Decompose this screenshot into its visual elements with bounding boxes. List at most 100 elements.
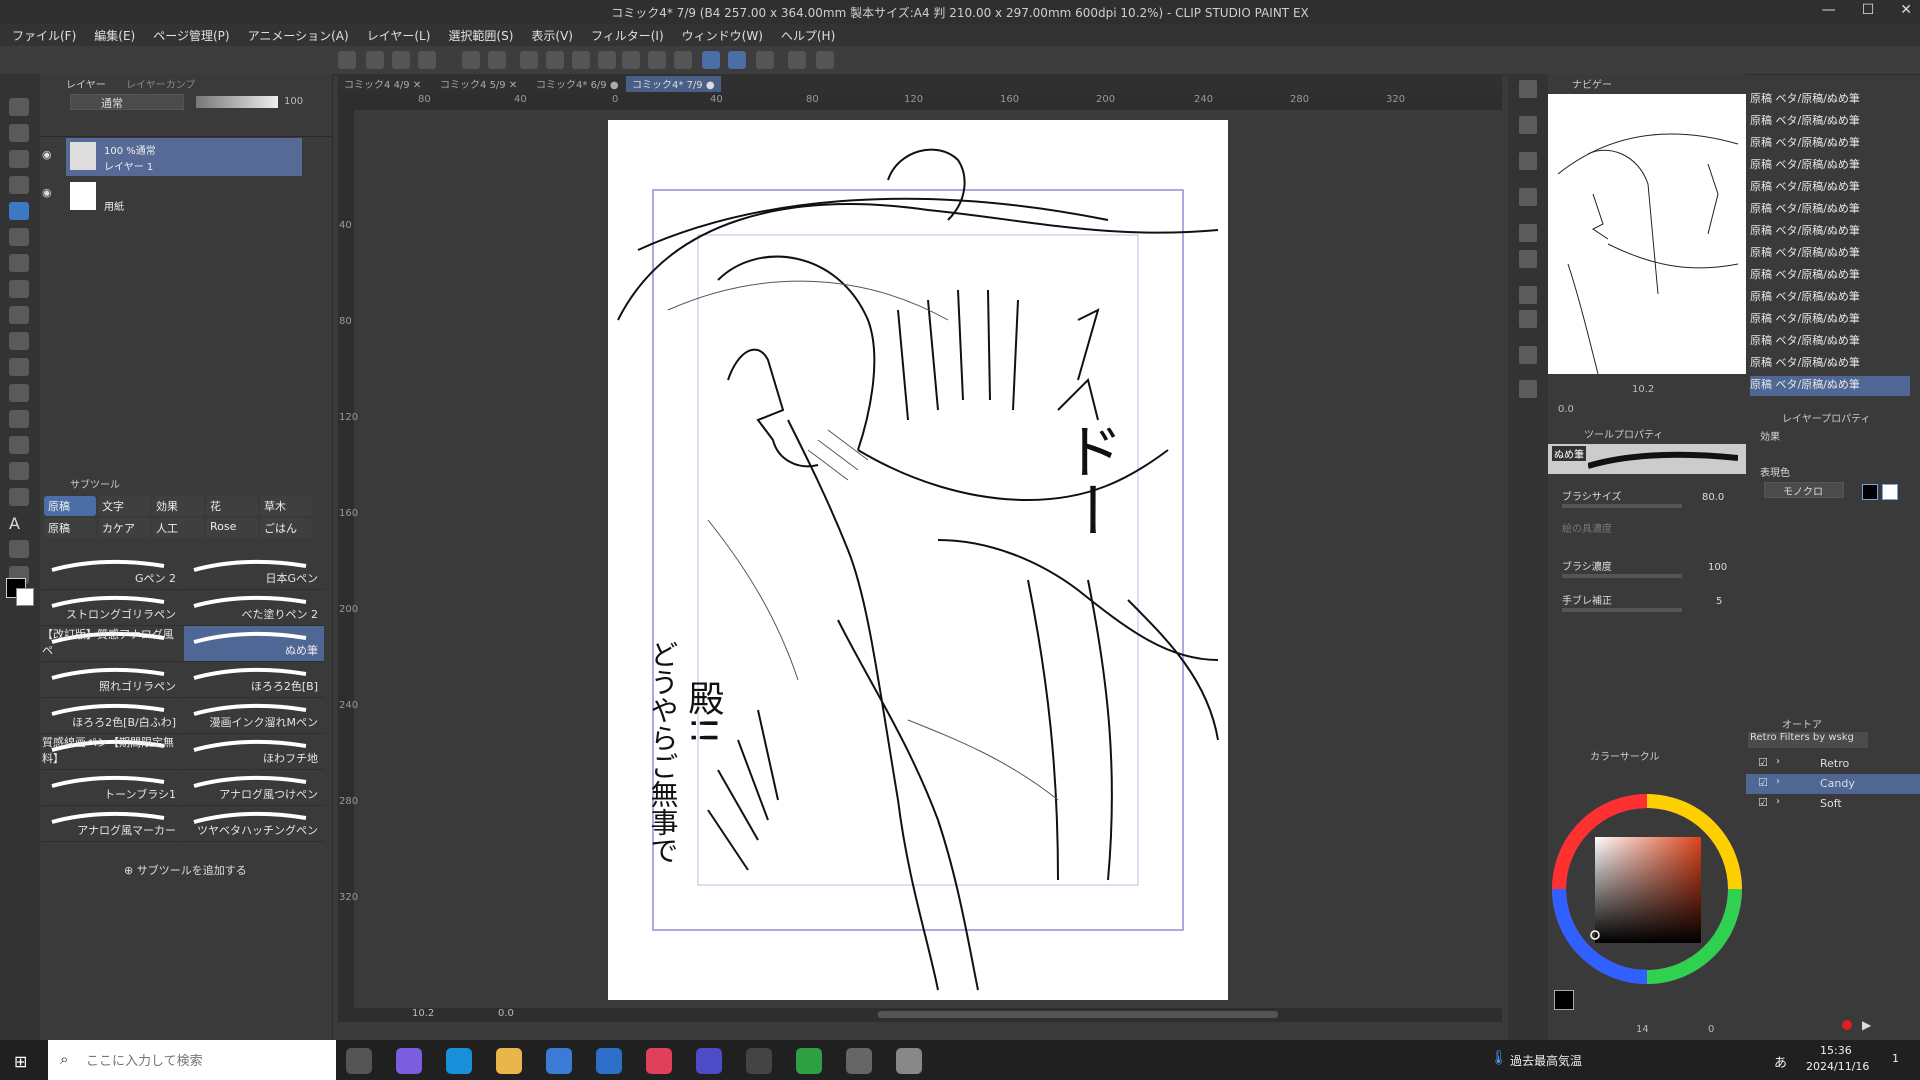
figure-tool-icon[interactable]	[9, 462, 29, 480]
action-row-selected[interactable]: ☑ › Candy	[1746, 774, 1920, 794]
brush-item[interactable]: アナログ風つけペン	[184, 770, 324, 806]
check-icon[interactable]: ☑	[1758, 756, 1768, 769]
brush-item[interactable]: Gペン 2	[42, 554, 182, 590]
navigator-preview[interactable]	[1548, 94, 1746, 375]
music-icon[interactable]	[646, 1048, 672, 1074]
tab-layer[interactable]: レイヤー	[66, 76, 106, 92]
history-item[interactable]: 原稿 ベタ/原稿/ぬめ筆	[1750, 288, 1910, 308]
brush-item[interactable]: トーンブラシ1	[42, 770, 182, 806]
edge-icon[interactable]	[446, 1048, 472, 1074]
image-icon[interactable]	[1519, 188, 1537, 206]
transform-icon[interactable]	[572, 51, 590, 69]
doc-tab[interactable]: コミック4 4/9 ✕	[338, 76, 427, 92]
import-icon[interactable]	[1519, 116, 1537, 134]
history-item[interactable]: 原稿 ベタ/原稿/ぬめ筆	[1750, 244, 1910, 264]
layer-row-paper[interactable]: 用紙	[66, 178, 302, 216]
crop-icon[interactable]	[598, 51, 616, 69]
open-icon[interactable]	[392, 51, 410, 69]
lasso-tool-icon[interactable]	[9, 436, 29, 454]
history-item[interactable]: 原稿 ベタ/原稿/ぬめ筆	[1750, 332, 1910, 352]
brush-item[interactable]: べた塗りペン 2	[184, 590, 324, 626]
brush-density-value[interactable]: 100	[1708, 562, 1727, 573]
layer-row-selected[interactable]: 100 %通常 レイヤー 1	[66, 138, 302, 176]
tab-subtool[interactable]: サブツール	[70, 476, 120, 492]
color-black-chip[interactable]	[1862, 484, 1878, 500]
blend-tool-icon[interactable]	[9, 306, 29, 324]
chevron-right-icon[interactable]: ›	[1776, 756, 1780, 767]
history-item[interactable]: 原稿 ベタ/原稿/ぬめ筆	[1750, 178, 1910, 198]
clock-date[interactable]: 2024/11/16	[1806, 1060, 1869, 1073]
camera-icon[interactable]	[1519, 286, 1537, 304]
menu-layer[interactable]: レイヤー(L)	[367, 27, 431, 44]
perspective-icon[interactable]	[674, 51, 692, 69]
save-icon[interactable]	[418, 51, 436, 69]
check-icon[interactable]: ☑	[1758, 796, 1768, 809]
zoom-value[interactable]: 10.2	[412, 1008, 434, 1019]
pen-tool-icon[interactable]	[9, 202, 29, 220]
history-item[interactable]: 原稿 ベタ/原稿/ぬめ筆	[1750, 200, 1910, 220]
explorer-icon[interactable]	[496, 1048, 522, 1074]
tab-navigator[interactable]: ナビゲー	[1572, 76, 1612, 92]
help-icon[interactable]	[816, 51, 834, 69]
check-icon[interactable]: ☑	[1758, 776, 1768, 789]
brush-size-value[interactable]: 80.0	[1702, 492, 1724, 503]
history-item[interactable]: 原稿 ベタ/原稿/ぬめ筆	[1750, 354, 1910, 374]
record-icon[interactable]	[1842, 1020, 1852, 1030]
new-file-icon[interactable]	[338, 51, 356, 69]
undo-icon[interactable]	[462, 51, 480, 69]
brush-item[interactable]: ほろろ2色[B]	[184, 662, 324, 698]
frame-tool-icon[interactable]	[9, 488, 29, 506]
action-set-select[interactable]: Retro Filters by wskg	[1748, 732, 1868, 748]
brush-item[interactable]: ストロングゴリラペン	[42, 590, 182, 626]
brush-density-slider[interactable]	[1562, 574, 1682, 578]
menu-help[interactable]: ヘルプ(H)	[781, 27, 835, 44]
action-row[interactable]: ☑ › Retro	[1746, 754, 1920, 774]
history-item[interactable]: 原稿 ベタ/原稿/ぬめ筆	[1750, 222, 1910, 242]
tab-color-circle[interactable]: カラーサークル	[1590, 748, 1660, 764]
menu-selection[interactable]: 選択範囲(S)	[448, 27, 513, 44]
snap-special-ruler-icon[interactable]	[728, 51, 746, 69]
zoom-tool-icon[interactable]	[9, 98, 29, 116]
tab-auto-action[interactable]: オートア	[1782, 716, 1822, 732]
cat-manuscript2[interactable]: 原稿	[44, 518, 96, 538]
ruler-tool-icon[interactable]	[9, 332, 29, 350]
settings-icon[interactable]	[746, 1048, 772, 1074]
menu-page[interactable]: ページ管理(P)	[153, 27, 229, 44]
cat-effect[interactable]: 効果	[152, 496, 204, 516]
fill-tool-icon[interactable]	[9, 280, 29, 298]
history-item[interactable]: 原稿 ベタ/原稿/ぬめ筆	[1750, 112, 1910, 132]
copilot-icon[interactable]	[396, 1048, 422, 1074]
eyedropper-tool-icon[interactable]	[9, 176, 29, 194]
app-w-icon[interactable]	[696, 1048, 722, 1074]
doc-tab[interactable]: コミック4* 6/9 ●	[530, 76, 625, 92]
menu-edit[interactable]: 編集(E)	[94, 27, 135, 44]
maximize-button[interactable]: ☐	[1862, 2, 1875, 18]
grid-icon[interactable]	[1519, 152, 1537, 170]
selection-tool-icon[interactable]	[9, 150, 29, 168]
cat-gohan[interactable]: ごはん	[260, 518, 312, 538]
horizontal-scrollbar[interactable]	[878, 1011, 1278, 1018]
text-tool-icon[interactable]: A	[9, 514, 29, 533]
store-icon[interactable]	[546, 1048, 572, 1074]
clip-studio-icon[interactable]	[846, 1048, 872, 1074]
close-button[interactable]: ✕	[1900, 2, 1912, 18]
brush-item[interactable]: ツヤベタハッチングペン	[184, 806, 324, 842]
clear-icon[interactable]	[520, 51, 538, 69]
menu-file[interactable]: ファイル(F)	[12, 27, 76, 44]
blend-mode-select[interactable]: 通常	[70, 94, 184, 110]
stabilization-slider[interactable]	[1562, 608, 1682, 612]
history-item[interactable]: 原稿 ベタ/原稿/ぬめ筆	[1750, 134, 1910, 154]
play-icon[interactable]: ▶	[1862, 1018, 1871, 1032]
cat-plants[interactable]: 草木	[260, 496, 312, 516]
cat-flower[interactable]: 花	[206, 496, 258, 516]
weather-icon[interactable]: 🌡	[1490, 1050, 1508, 1066]
brush-item[interactable]: ほろろ2色[B/白ふわ]	[42, 698, 182, 734]
redo-icon[interactable]	[488, 51, 506, 69]
hue-ring[interactable]	[1550, 792, 1744, 986]
eye-icon[interactable]: ◉	[42, 148, 52, 161]
download2-icon[interactable]	[1519, 346, 1537, 364]
close-x-icon[interactable]	[1519, 250, 1537, 268]
tab-tool-property[interactable]: ツールプロパティ	[1584, 426, 1663, 442]
snap-ruler-icon[interactable]	[702, 51, 720, 69]
opacity-slider[interactable]	[196, 96, 278, 108]
